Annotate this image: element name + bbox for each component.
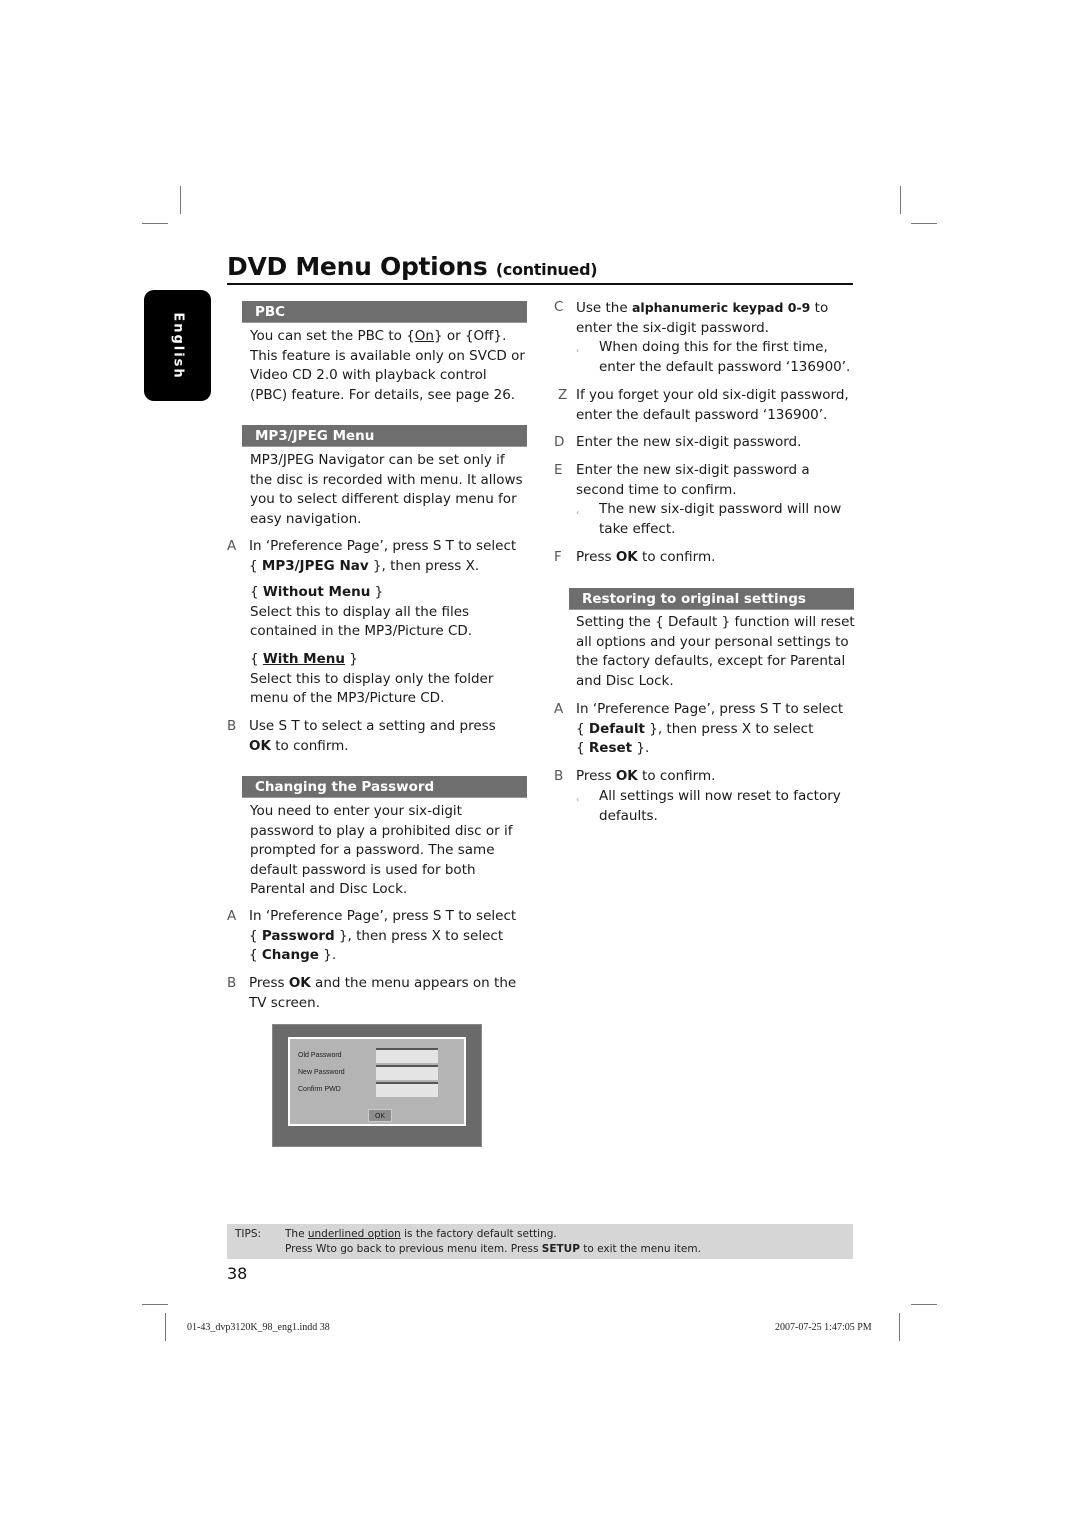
restore-description: Setting the { Default } function will re… (576, 614, 855, 689)
note-bullet-icon: ‹ (576, 508, 580, 517)
step-letter: C (554, 299, 564, 315)
step-letter: B (227, 975, 237, 991)
confirm-password-label: Confirm PWD (298, 1086, 341, 1093)
section-heading-pbc: PBC (242, 301, 527, 323)
step-letter: D (554, 434, 565, 450)
crop-mark (911, 223, 937, 224)
language-label: English (170, 311, 185, 380)
crop-mark (165, 1313, 166, 1341)
default-option-on: On (414, 328, 434, 344)
password-dialog: Old Password New Password Confirm PWD OK (288, 1037, 466, 1126)
option-with-menu: { With Menu } Select this to display onl… (250, 651, 494, 707)
crop-mark (142, 223, 168, 224)
tips-label: TIPS: (235, 1228, 262, 1240)
note-bullet-icon: ‹ (576, 795, 580, 804)
language-tab: English (144, 290, 211, 401)
new-password-label: New Password (298, 1069, 345, 1076)
step-letter: B (554, 768, 564, 784)
default-option-with-menu: With Menu (262, 651, 345, 667)
crop-mark (899, 1313, 900, 1341)
option-without-menu: { Without Menu } Select this to display … (250, 584, 473, 640)
password-description: You need to enter your six-digit passwor… (250, 803, 513, 898)
note-bullet-icon: ‹ (576, 346, 580, 355)
new-password-field (376, 1065, 438, 1080)
tip-line-2: Press Wto go back to previous menu item.… (285, 1243, 701, 1255)
tips-box: TIPS: The underlined option is the facto… (227, 1224, 853, 1259)
step-letter: A (554, 701, 564, 717)
step-letter: Z (558, 387, 568, 403)
step-letter: A (227, 908, 237, 924)
mp3-description: MP3/JPEG Navigator can be set only if th… (250, 452, 523, 527)
footer-timestamp: 2007-07-25 1:47:05 PM (775, 1322, 872, 1333)
step-letter: A (227, 538, 237, 554)
ok-button: OK (368, 1109, 392, 1122)
page-title: DVD Menu Options (continued) (227, 252, 598, 281)
section-heading-mp3-jpeg-menu: MP3/JPEG Menu (242, 425, 527, 447)
page-number: 38 (227, 1264, 248, 1283)
step-letter: B (227, 718, 237, 734)
footer-filename: 01-43_dvp3120K_98_eng1.indd 38 (187, 1322, 330, 1333)
title-suffix: (continued) (495, 260, 598, 279)
step-letter: F (554, 549, 562, 565)
old-password-field (376, 1048, 438, 1063)
crop-mark (180, 186, 181, 214)
crop-mark (900, 186, 901, 214)
title-text: DVD Menu Options (227, 252, 488, 281)
crop-mark (142, 1304, 168, 1305)
password-dialog-illustration: Old Password New Password Confirm PWD OK (272, 1024, 482, 1147)
step-letter: E (554, 462, 563, 478)
old-password-label: Old Password (298, 1052, 342, 1059)
section-heading-changing-password: Changing the Password (242, 776, 527, 798)
title-rule (227, 283, 853, 285)
crop-mark (911, 1304, 937, 1305)
confirm-password-field (376, 1082, 438, 1097)
tip-line-1: The underlined option is the factory def… (285, 1228, 557, 1240)
section-heading-restoring: Restoring to original settings (569, 588, 854, 610)
pbc-description: You can set the PBC to {On} or {Off}. Th… (250, 328, 525, 403)
